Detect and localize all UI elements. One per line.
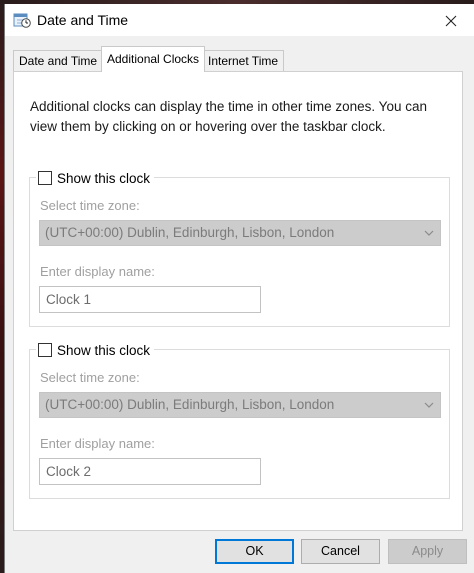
clock-1-timezone-value: (UTC+00:00) Dublin, Edinburgh, Lisbon, L…: [45, 225, 335, 240]
tab-additional-clocks[interactable]: Additional Clocks: [101, 46, 206, 72]
clock-2-display-name-input[interactable]: Clock 2: [39, 458, 261, 485]
tab-date-and-time[interactable]: Date and Time: [13, 50, 104, 71]
clock-1-timezone-select: (UTC+00:00) Dublin, Edinburgh, Lisbon, L…: [39, 220, 441, 246]
chevron-down-icon: [424, 230, 434, 236]
close-button[interactable]: [434, 8, 468, 34]
clock-1-group: Show this clock Select time zone: (UTC+0…: [29, 168, 450, 327]
window-title: Date and Time: [37, 12, 129, 28]
apply-button: Apply: [388, 539, 467, 564]
clock-1-timezone-label: Select time zone:: [40, 198, 140, 213]
clock-2-legend: Show this clock: [36, 340, 155, 360]
ok-button[interactable]: OK: [215, 539, 294, 564]
clock-2-timezone-value: (UTC+00:00) Dublin, Edinburgh, Lisbon, L…: [45, 397, 335, 412]
clock-2-name-label: Enter display name:: [40, 436, 155, 451]
clock-1-name-label: Enter display name:: [40, 264, 155, 279]
cancel-button[interactable]: Cancel: [301, 539, 380, 564]
tab-internet-time[interactable]: Internet Time: [202, 50, 285, 71]
clock-2-timezone-label: Select time zone:: [40, 370, 140, 385]
show-clock-1-label[interactable]: Show this clock: [57, 171, 150, 186]
intro-text: Additional clocks can display the time i…: [30, 99, 427, 134]
chevron-down-icon: [424, 402, 434, 408]
title-bar[interactable]: Date and Time: [5, 4, 474, 36]
close-icon: [445, 15, 457, 27]
date-time-clock-icon: [13, 13, 31, 28]
show-clock-1-checkbox[interactable]: [38, 171, 52, 185]
show-clock-2-checkbox[interactable]: [38, 343, 52, 357]
clock-2-timezone-select: (UTC+00:00) Dublin, Edinburgh, Lisbon, L…: [39, 392, 441, 418]
clock-1-legend: Show this clock: [36, 168, 155, 188]
date-time-dialog: Date and Time Date and Time Additional C…: [4, 4, 474, 573]
clock-2-group: Show this clock Select time zone: (UTC+0…: [29, 340, 450, 499]
clock-1-display-name-input[interactable]: Clock 1: [39, 286, 261, 313]
additional-clocks-panel: Additional clocks can display the time i…: [13, 71, 463, 531]
show-clock-2-label[interactable]: Show this clock: [57, 343, 150, 358]
